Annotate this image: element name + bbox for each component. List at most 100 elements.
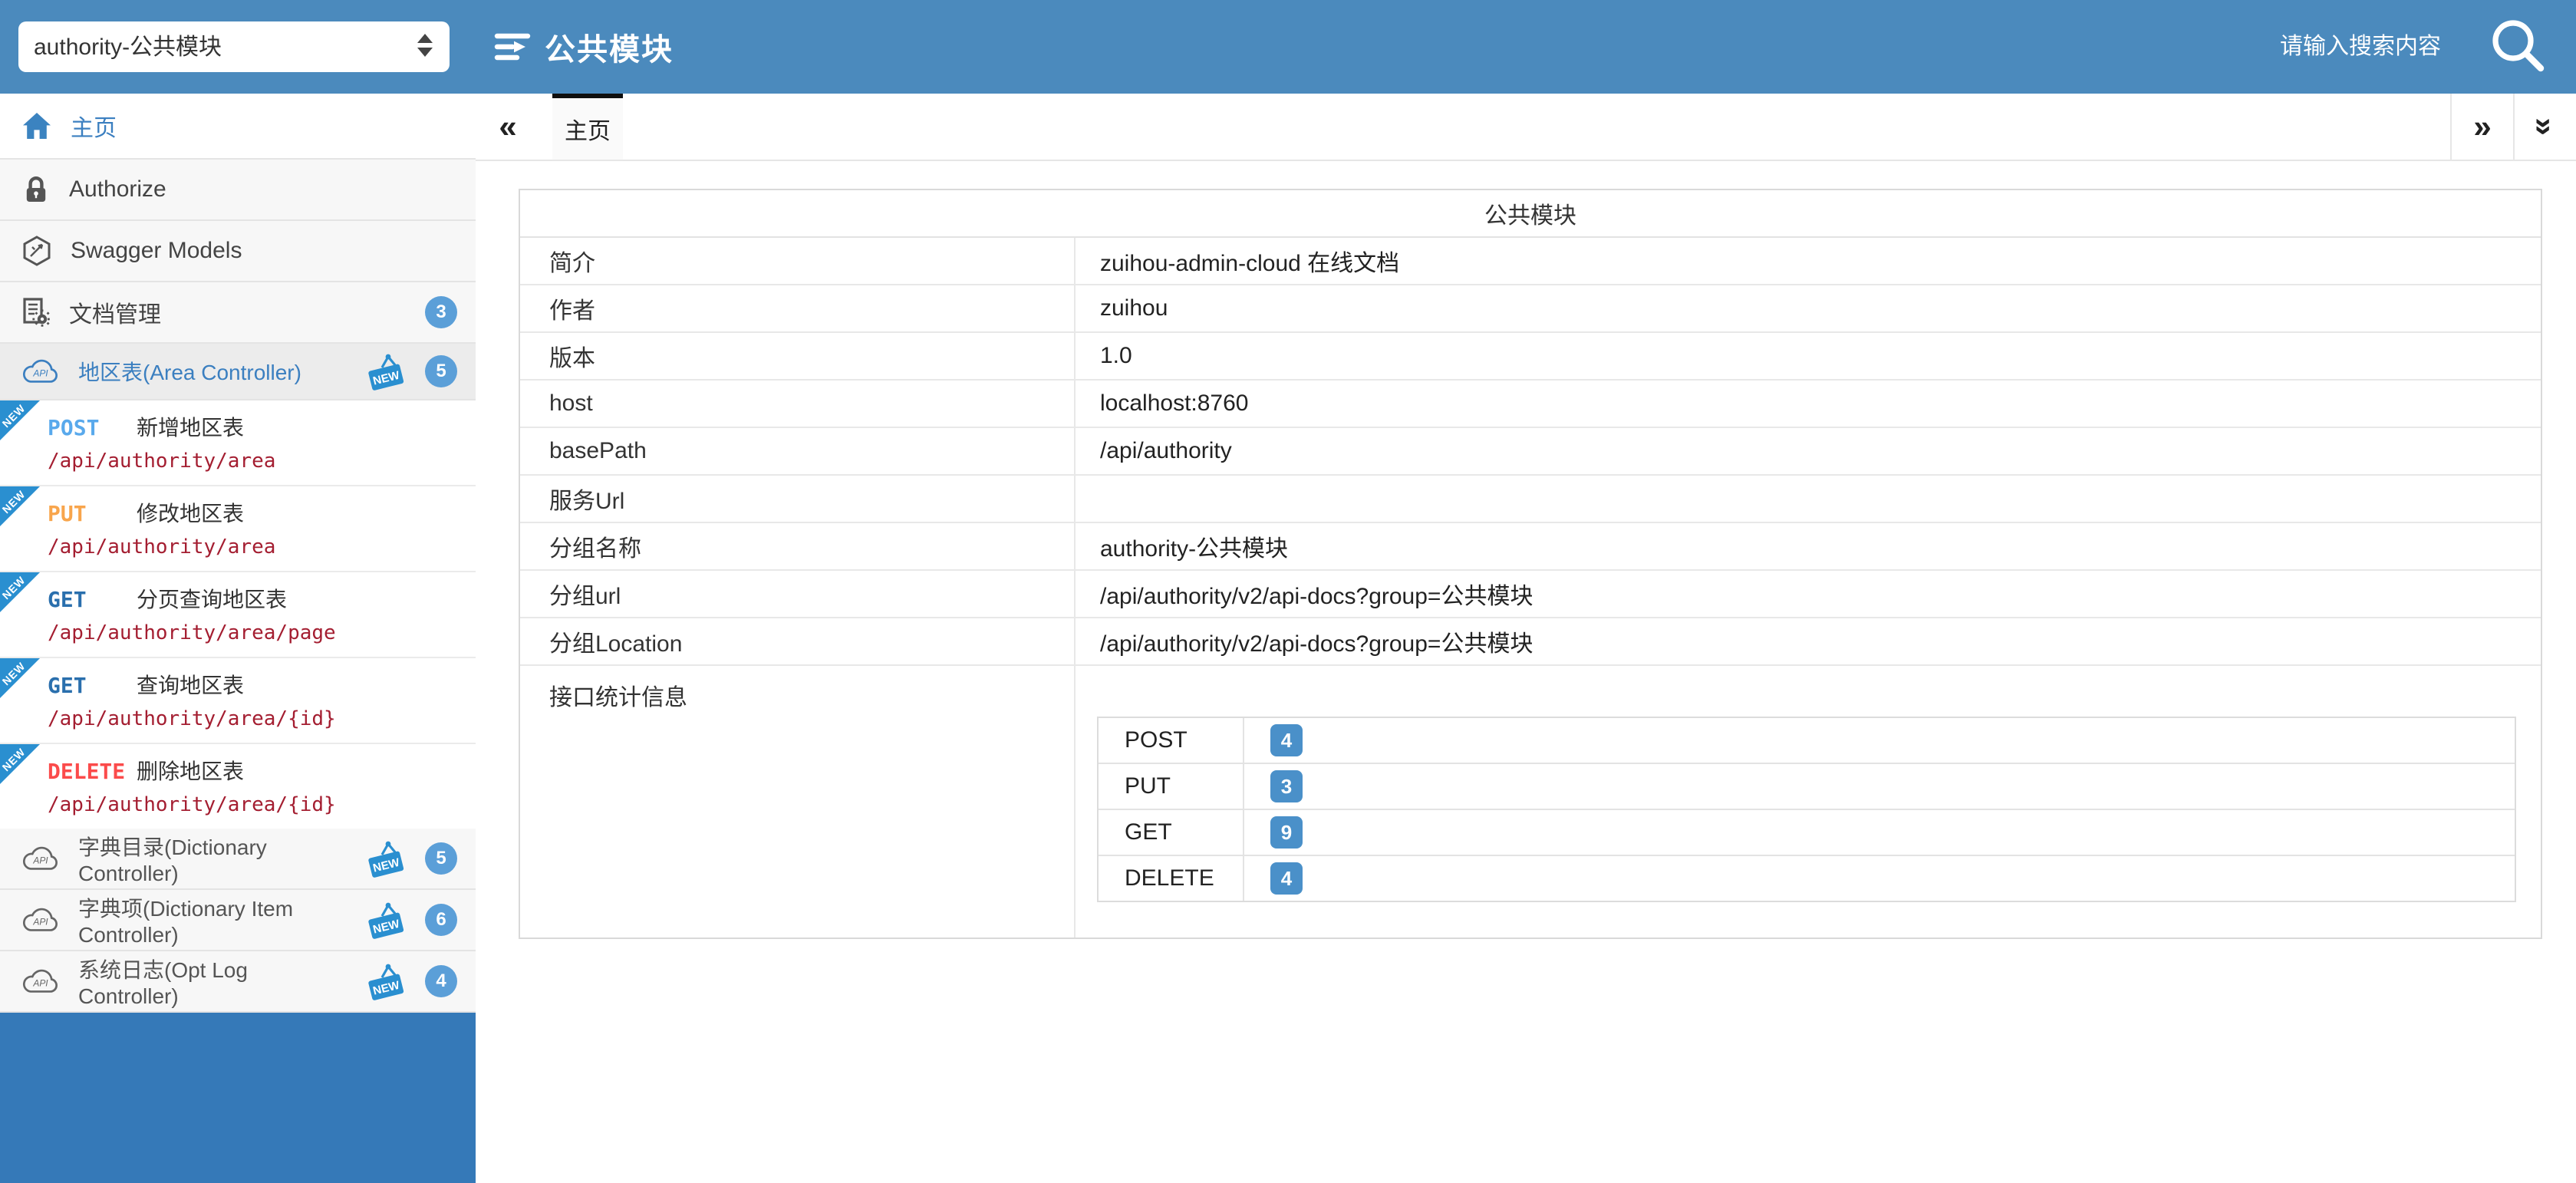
http-method: DELETE: [48, 759, 137, 784]
row-value: localhost:8760: [1076, 381, 2541, 427]
stats-method: DELETE: [1099, 856, 1244, 901]
table-row: host localhost:8760: [520, 381, 2541, 428]
sidebar-item-label: 字典项(Dictionary Item Controller): [78, 892, 328, 947]
table-row: 作者 zuihou: [520, 285, 2541, 333]
new-flag-icon: NEW: [365, 901, 407, 939]
table-row: 版本 1.0: [520, 333, 2541, 381]
app-logo-icon: [494, 31, 531, 63]
tabbar-actions: » »: [2450, 94, 2576, 160]
endpoint-title: 分页查询地区表: [137, 583, 287, 614]
sidebar-item-label: 系统日志(Opt Log Controller): [78, 954, 328, 1009]
stats-count-badge: 4: [1270, 724, 1303, 756]
module-info-table: 公共模块 简介 zuihou-admin-cloud 在线文档 作者 zuiho…: [519, 189, 2542, 939]
table-row: basePath /api/authority: [520, 428, 2541, 476]
row-label: 接口统计信息: [520, 666, 1076, 938]
http-method: POST: [48, 415, 137, 440]
endpoint-title: 新增地区表: [137, 411, 244, 442]
svg-text:API: API: [32, 978, 48, 989]
search-icon[interactable]: [2487, 16, 2548, 77]
header-search: [2208, 0, 2576, 94]
cloud-api-icon: API: [21, 358, 60, 384]
table-row: 分组url /api/authority/v2/api-docs?group=公…: [520, 571, 2541, 618]
group-select[interactable]: authority-公共模块: [18, 21, 450, 72]
doc-gear-icon: [21, 297, 51, 328]
endpoint-title: 查询地区表: [137, 669, 244, 700]
row-value: /api/authority/v2/api-docs?group=公共模块: [1076, 618, 2541, 664]
endpoint-title: 删除地区表: [137, 755, 244, 786]
swagger-doc-page: authority-公共模块 公共模块: [0, 0, 2576, 1183]
row-label: host: [520, 381, 1076, 427]
endpoint-item[interactable]: NEW PUT 修改地区表 /api/authority/area: [0, 486, 476, 572]
row-value: 1.0: [1076, 333, 2541, 379]
cloud-api-icon: API: [21, 845, 60, 872]
new-flag-icon: NEW: [365, 962, 407, 1000]
sidebar-item-label: Authorize: [69, 176, 166, 203]
endpoint-path: /api/authority/area/{id}: [48, 707, 466, 730]
svg-text:API: API: [32, 368, 48, 379]
stats-count-badge: 3: [1270, 770, 1303, 802]
svg-text:API: API: [32, 917, 48, 928]
cloud-api-icon: API: [21, 907, 60, 933]
row-value: /api/authority: [1076, 428, 2541, 474]
count-badge: 3: [425, 296, 457, 328]
home-icon: [21, 111, 52, 140]
table-row: 分组Location /api/authority/v2/api-docs?gr…: [520, 618, 2541, 666]
stats-count-cell: 4: [1244, 718, 2515, 763]
page-title: 公共模块: [545, 25, 674, 69]
sidebar-item-dictionary-item-controller[interactable]: API 字典项(Dictionary Item Controller) NEW …: [0, 890, 476, 951]
sidebar-item-opt-log-controller[interactable]: API 系统日志(Opt Log Controller) NEW 4: [0, 951, 476, 1013]
stats-count-cell: 3: [1244, 764, 2515, 809]
new-flag-icon: NEW: [365, 839, 407, 878]
stats-method: GET: [1099, 810, 1244, 855]
stats-method: PUT: [1099, 764, 1244, 809]
http-method: PUT: [48, 501, 137, 526]
count-badge: 6: [425, 904, 457, 936]
row-label: 分组名称: [520, 523, 1076, 569]
endpoint-path: /api/authority/area: [48, 450, 466, 473]
count-badge: 5: [425, 355, 457, 387]
sidebar-item-authorize[interactable]: Authorize: [0, 160, 476, 221]
endpoint-list: NEW POST 新增地区表 /api/authority/area NEW P…: [0, 400, 476, 829]
chevrons-left-icon[interactable]: «: [476, 94, 540, 160]
top-header: authority-公共模块 公共模块: [0, 0, 2576, 94]
http-method: GET: [48, 587, 137, 612]
sidebar-item-area-controller[interactable]: API 地区表(Area Controller) NEW 5: [0, 344, 476, 400]
chevrons-right-icon[interactable]: »: [2450, 94, 2513, 160]
brand: 公共模块: [494, 0, 674, 94]
row-value: POST 4 PUT 3 GET: [1076, 666, 2541, 938]
sidebar-item-label: 主页: [71, 109, 117, 143]
endpoint-path: /api/authority/area: [48, 535, 466, 559]
endpoint-item[interactable]: NEW DELETE 删除地区表 /api/authority/area/{id…: [0, 744, 476, 829]
search-input[interactable]: [2208, 32, 2444, 61]
sidebar-item-swagger-models[interactable]: Swagger Models: [0, 221, 476, 282]
sidebar-item-home[interactable]: 主页: [0, 94, 476, 160]
sidebar-item-doc-manage[interactable]: 文档管理 3: [0, 282, 476, 344]
sidebar-item-dictionary-controller[interactable]: API 字典目录(Dictionary Controller) NEW 5: [0, 829, 476, 890]
table-row: 服务Url: [520, 476, 2541, 523]
http-method: GET: [48, 673, 137, 698]
row-value: /api/authority/v2/api-docs?group=公共模块: [1076, 571, 2541, 617]
stats-row: GET 9: [1099, 810, 2515, 856]
table-title: 公共模块: [520, 190, 2541, 238]
cloud-api-icon: API: [21, 968, 60, 994]
endpoint-title: 修改地区表: [137, 497, 244, 528]
endpoint-item[interactable]: NEW GET 查询地区表 /api/authority/area/{id}: [0, 658, 476, 744]
endpoint-path: /api/authority/area/page: [48, 621, 466, 644]
main-content: 公共模块 简介 zuihou-admin-cloud 在线文档 作者 zuiho…: [476, 160, 2576, 1183]
sidebar-item-label: 文档管理: [69, 295, 161, 329]
lock-icon: [21, 174, 51, 205]
stats-count-badge: 4: [1270, 862, 1303, 895]
api-stats-table: POST 4 PUT 3 GET: [1097, 717, 2516, 902]
endpoint-item[interactable]: NEW GET 分页查询地区表 /api/authority/area/page: [0, 572, 476, 658]
stats-count-cell: 9: [1244, 810, 2515, 855]
swagger-models-icon: [21, 236, 52, 266]
count-badge: 4: [425, 965, 457, 997]
table-row-stats: 接口统计信息 POST 4 PUT 3: [520, 666, 2541, 938]
table-row: 简介 zuihou-admin-cloud 在线文档: [520, 238, 2541, 285]
stats-row: DELETE 4: [1099, 856, 2515, 901]
tab-home[interactable]: 主页: [552, 94, 623, 160]
endpoint-item[interactable]: NEW POST 新增地区表 /api/authority/area: [0, 400, 476, 486]
stats-count-cell: 4: [1244, 856, 2515, 901]
chevrons-down-icon[interactable]: »: [2513, 94, 2576, 160]
row-value: zuihou-admin-cloud 在线文档: [1076, 238, 2541, 284]
